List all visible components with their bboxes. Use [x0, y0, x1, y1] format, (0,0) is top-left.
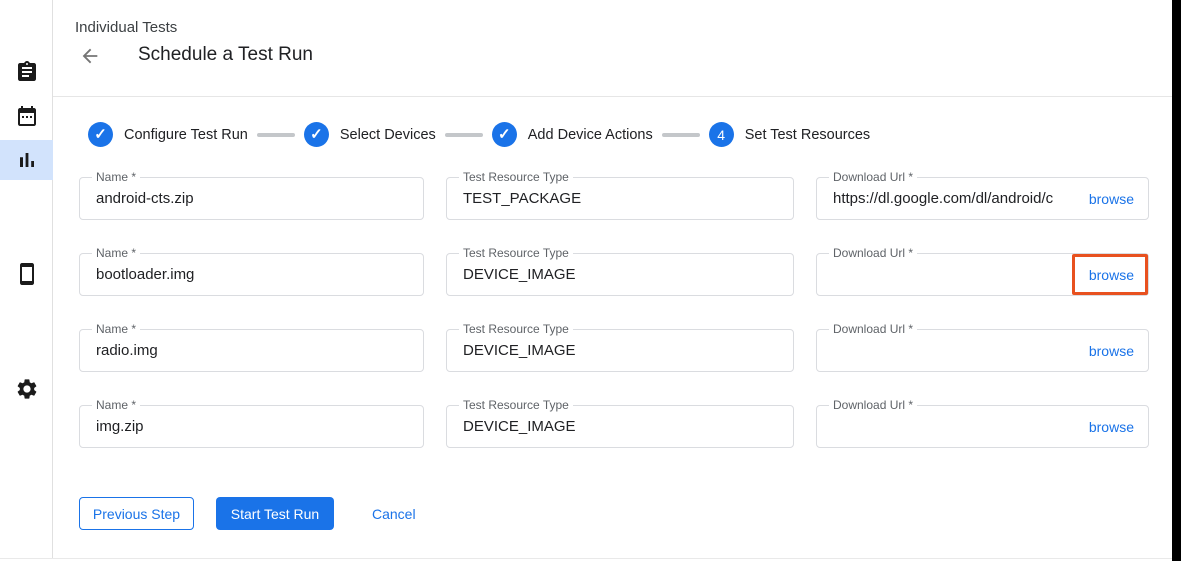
browse-link-row4[interactable]: browse — [1081, 419, 1148, 435]
step-add-device-actions[interactable]: ✓ Add Device Actions — [492, 122, 653, 147]
step-select-devices[interactable]: ✓ Select Devices — [304, 122, 436, 147]
smartphone-icon — [15, 262, 39, 286]
step-number-badge: 4 — [709, 122, 734, 147]
resource-type-field-row3[interactable]: Test Resource Type DEVICE_IMAGE — [446, 329, 794, 372]
settings-gear-icon — [15, 377, 39, 401]
download-url-label: Download Url * — [829, 170, 917, 184]
name-field-label: Name * — [92, 170, 140, 184]
step-label: Add Device Actions — [528, 127, 653, 143]
step-connector — [445, 133, 483, 137]
resource-type-value: DEVICE_IMAGE — [447, 342, 793, 359]
resource-type-label: Test Resource Type — [459, 322, 573, 336]
name-field-value: radio.img — [80, 342, 423, 359]
download-url-label: Download Url * — [829, 246, 917, 260]
sidebar-item-devices[interactable] — [0, 254, 53, 294]
download-url-label: Download Url * — [829, 322, 917, 336]
resource-type-field-row4[interactable]: Test Resource Type DEVICE_IMAGE — [446, 405, 794, 448]
browse-link-row3[interactable]: browse — [1081, 343, 1148, 359]
app-window: Individual Tests Schedule a Test Run ✓ C… — [0, 0, 1181, 561]
name-field-value: img.zip — [80, 418, 423, 435]
sidebar-item-test-runs[interactable] — [0, 140, 53, 180]
resource-type-label: Test Resource Type — [459, 170, 573, 184]
bottom-divider — [0, 558, 1172, 559]
step-label: Select Devices — [340, 127, 436, 143]
name-field-row4[interactable]: Name * img.zip — [79, 405, 424, 448]
name-field-row3[interactable]: Name * radio.img — [79, 329, 424, 372]
back-button[interactable] — [78, 44, 102, 68]
form-actions: Previous Step Start Test Run Cancel — [79, 497, 416, 530]
step-complete-icon: ✓ — [492, 122, 517, 147]
resource-type-field-row2[interactable]: Test Resource Type DEVICE_IMAGE — [446, 253, 794, 296]
screen-right-edge — [1172, 0, 1181, 561]
previous-step-button[interactable]: Previous Step — [79, 497, 194, 530]
resource-type-label: Test Resource Type — [459, 246, 573, 260]
name-field-label: Name * — [92, 246, 140, 260]
breadcrumb: Individual Tests — [75, 19, 177, 36]
download-url-label: Download Url * — [829, 398, 917, 412]
sidebar-item-schedule[interactable] — [0, 96, 53, 136]
test-resources-form: Name * android-cts.zip Test Resource Typ… — [79, 177, 1149, 448]
step-configure-test-run[interactable]: ✓ Configure Test Run — [88, 122, 248, 147]
download-url-field-row1[interactable]: Download Url * https://dl.google.com/dl/… — [816, 177, 1149, 220]
browse-link-row2[interactable]: browse — [1081, 267, 1148, 283]
start-test-run-button[interactable]: Start Test Run — [216, 497, 334, 530]
step-set-test-resources[interactable]: 4 Set Test Resources — [709, 122, 870, 147]
download-url-value: https://dl.google.com/dl/android/c — [817, 190, 1081, 207]
name-field-row2[interactable]: Name * bootloader.img — [79, 253, 424, 296]
resource-type-value: TEST_PACKAGE — [447, 190, 793, 207]
name-field-row1[interactable]: Name * android-cts.zip — [79, 177, 424, 220]
resource-type-value: DEVICE_IMAGE — [447, 418, 793, 435]
download-url-field-row3[interactable]: Download Url * browse — [816, 329, 1149, 372]
bar-chart-icon — [15, 148, 39, 172]
arrow-back-icon — [79, 45, 101, 67]
step-complete-icon: ✓ — [88, 122, 113, 147]
cancel-button[interactable]: Cancel — [372, 497, 416, 530]
sidebar-item-tests[interactable] — [0, 52, 53, 92]
name-field-label: Name * — [92, 322, 140, 336]
page-title: Schedule a Test Run — [138, 44, 313, 66]
download-url-field-row2[interactable]: Download Url * browse — [816, 253, 1149, 296]
resource-type-field-row1[interactable]: Test Resource Type TEST_PACKAGE — [446, 177, 794, 220]
step-connector — [662, 133, 700, 137]
resource-type-value: DEVICE_IMAGE — [447, 266, 793, 283]
resource-type-label: Test Resource Type — [459, 398, 573, 412]
step-complete-icon: ✓ — [304, 122, 329, 147]
name-field-value: android-cts.zip — [80, 190, 423, 207]
wizard-stepper: ✓ Configure Test Run ✓ Select Devices ✓ … — [88, 122, 870, 147]
name-field-value: bootloader.img — [80, 266, 423, 283]
sidebar-item-settings[interactable] — [0, 369, 53, 409]
step-label: Set Test Resources — [745, 127, 870, 143]
calendar-icon — [15, 104, 39, 128]
step-label: Configure Test Run — [124, 127, 248, 143]
download-url-field-row4[interactable]: Download Url * browse — [816, 405, 1149, 448]
sidebar-nav — [0, 0, 53, 558]
browse-link-row1[interactable]: browse — [1081, 191, 1148, 207]
name-field-label: Name * — [92, 398, 140, 412]
step-connector — [257, 133, 295, 137]
clipboard-tasks-icon — [15, 60, 39, 84]
header-divider — [53, 96, 1172, 97]
